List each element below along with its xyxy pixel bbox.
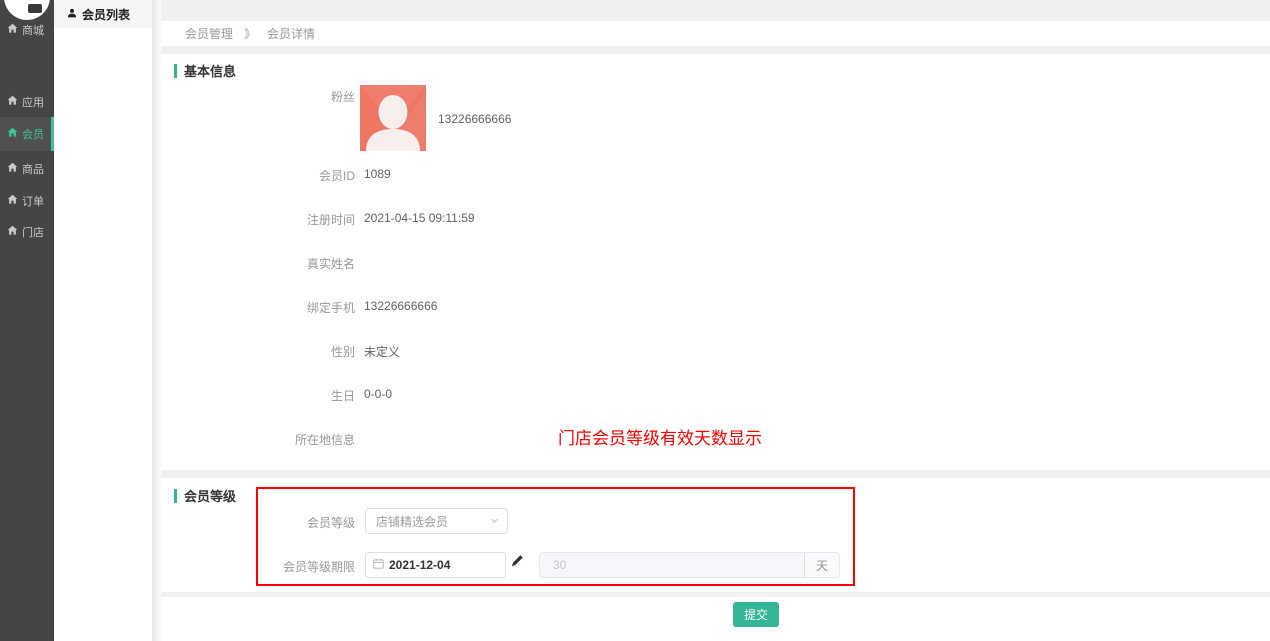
calendar-icon (373, 558, 384, 572)
sidebar-item-label: 会员 (22, 126, 44, 142)
breadcrumb: 会员管理 》 会员详情 (161, 21, 1270, 46)
field-value-bound-phone: 13226666666 (364, 299, 437, 313)
logo-mark (28, 4, 42, 13)
sidebar-item-label: 应用 (22, 94, 44, 110)
primary-sidebar: 商城 应用 会员 商品 订单 门店 (0, 0, 54, 641)
field-label-member-level: 会员等级 (161, 514, 355, 531)
fan-phone-number: 13226666666 (438, 112, 511, 126)
breadcrumb-parent[interactable]: 会员管理 (185, 25, 233, 42)
red-annotation-text: 门店会员等级有效天数显示 (558, 424, 762, 449)
vertical-scrollbar[interactable] (152, 0, 161, 641)
member-level-selected-value: 店铺精选会员 (376, 513, 448, 530)
sidebar-item-mall[interactable]: 商城 (0, 14, 54, 46)
level-term-date-input[interactable]: 2021-12-04 (365, 552, 506, 578)
field-label-gender: 性别 (161, 343, 355, 360)
section-title-member-level: 会员等级 (184, 486, 236, 505)
sidebar-item-label: 门店 (22, 224, 44, 240)
field-label-real-name: 真实姓名 (161, 255, 355, 272)
basic-info-card: 基本信息 粉丝 13226666666 会员ID 1089 注册时间 2021-… (161, 54, 1270, 470)
section-accent-bar (174, 64, 177, 78)
submenu-item-member-list[interactable]: 会员列表 (54, 0, 152, 28)
field-label-fan: 粉丝 (161, 88, 355, 105)
sidebar-item-label: 商品 (22, 161, 44, 177)
sidebar-item-stores[interactable]: 门店 (0, 216, 54, 248)
field-label-birthday: 生日 (161, 387, 355, 404)
field-value-birthday: 0-0-0 (364, 387, 392, 401)
home-icon (7, 194, 18, 208)
breadcrumb-current: 会员详情 (267, 25, 315, 42)
field-label-member-id: 会员ID (161, 167, 355, 184)
home-icon (7, 23, 18, 37)
footer-bar: 提交 (161, 597, 1270, 641)
submenu-item-label: 会员列表 (82, 6, 130, 23)
breadcrumb-separator: 》 (244, 25, 256, 42)
main-content: 会员管理 》 会员详情 基本信息 粉丝 13226666666 会员ID 108… (161, 0, 1270, 641)
field-label-bound-phone: 绑定手机 (161, 299, 355, 316)
section-accent-bar (174, 489, 177, 503)
field-label-register-time: 注册时间 (161, 211, 355, 228)
field-value-gender: 未定义 (364, 343, 400, 360)
sidebar-item-members[interactable]: 会员 (0, 117, 54, 151)
home-icon (7, 95, 18, 109)
section-title-basic-info: 基本信息 (184, 61, 236, 80)
sidebar-item-products[interactable]: 商品 (0, 153, 54, 185)
home-icon (7, 162, 18, 176)
edit-pencil-icon[interactable] (511, 554, 524, 570)
field-label-location: 所在地信息 (161, 431, 355, 448)
field-label-level-term: 会员等级期限 (161, 558, 355, 575)
chevron-down-icon (490, 514, 499, 528)
submit-button[interactable]: 提交 (733, 602, 779, 627)
sidebar-item-orders[interactable]: 订单 (0, 185, 54, 217)
field-value-register-time: 2021-04-15 09:11:59 (364, 211, 475, 225)
sidebar-item-label: 商城 (22, 22, 44, 38)
field-value-member-id: 1089 (364, 167, 391, 181)
level-term-date-value: 2021-12-04 (389, 558, 450, 572)
level-days-input[interactable] (540, 553, 804, 577)
secondary-sidebar: 会员列表 (54, 0, 152, 641)
sidebar-item-apps[interactable]: 应用 (0, 86, 54, 118)
days-unit-label: 天 (804, 553, 839, 577)
home-icon (7, 127, 18, 141)
home-icon (7, 225, 18, 239)
member-level-select[interactable]: 店铺精选会员 (365, 508, 508, 534)
level-days-input-group: 天 (539, 552, 840, 578)
member-level-card: 会员等级 会员等级 店铺精选会员 会员等级期限 2021-12-04 天 (161, 478, 1270, 592)
sidebar-item-label: 订单 (22, 193, 44, 209)
member-avatar (360, 85, 426, 151)
user-icon (67, 7, 77, 21)
